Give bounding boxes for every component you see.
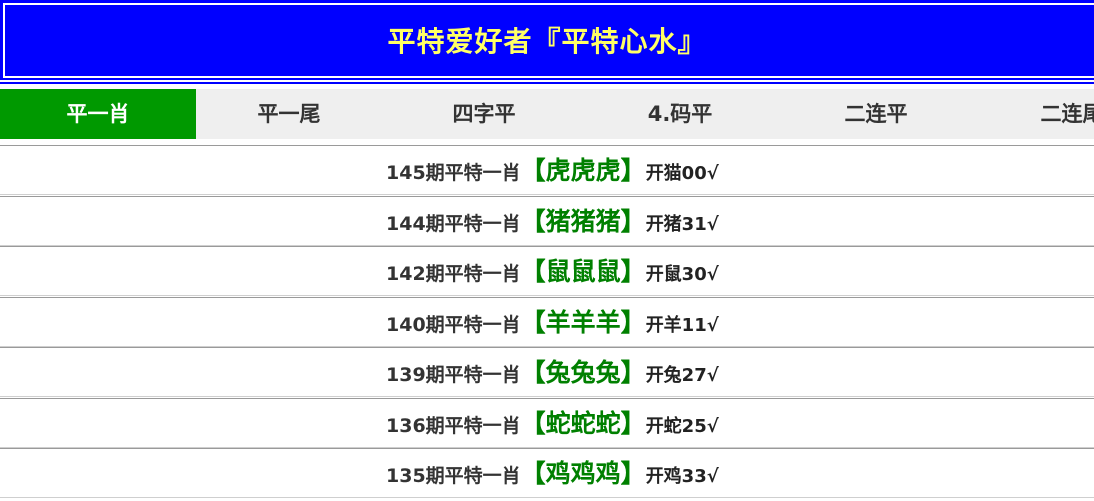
page-title: 平特爱好者『平特心水』	[387, 25, 707, 58]
pick-text: 【鼠鼠鼠】	[520, 257, 646, 286]
check-icon: √	[706, 264, 719, 285]
result-text: 开蛇25	[645, 415, 707, 437]
list-item: 144期平特一肖【猪猪猪】开猪31√	[0, 195, 1094, 247]
list-item: 139期平特一肖【兔兔兔】开兔27√	[0, 347, 1094, 397]
prediction-list: 145期平特一肖【虎虎虎】开猫00√ 144期平特一肖【猪猪猪】开猪31√ 14…	[0, 145, 1094, 499]
list-item: 135期平特一肖【鸡鸡鸡】开鸡33√	[0, 448, 1094, 498]
result-text: 开羊11	[645, 314, 707, 336]
pick-text: 【虎虎虎】	[520, 156, 646, 185]
result-text: 开猪31	[645, 213, 707, 235]
check-icon: √	[706, 163, 719, 184]
tab-bar: 平一肖 平一尾 四字平 4.码平 二连平 二连尾	[0, 89, 1094, 139]
tab-si-zi-ping[interactable]: 四字平	[386, 89, 582, 139]
pick-text: 【鸡鸡鸡】	[520, 459, 646, 488]
list-item: 140期平特一肖【羊羊羊】开羊11√	[0, 296, 1094, 348]
pick-text: 【兔兔兔】	[520, 358, 646, 387]
tab-ma-ping[interactable]: 4.码平	[582, 89, 778, 139]
tab-ping-yi-xiao[interactable]: 平一肖	[0, 89, 196, 139]
issue-label: 142期平特一肖	[386, 263, 521, 285]
result-text: 开兔27	[645, 365, 707, 386]
check-icon: √	[706, 213, 719, 235]
tab-er-lian-ping[interactable]: 二连平	[778, 89, 974, 139]
check-icon: √	[706, 415, 719, 437]
check-icon: √	[706, 314, 719, 336]
row-content: 139期平特一肖【兔兔兔】开兔27√	[386, 348, 719, 398]
issue-label: 136期平特一肖	[386, 414, 521, 437]
row-content: 140期平特一肖【羊羊羊】开羊11√	[386, 298, 719, 348]
tab-er-lian-wei[interactable]: 二连尾	[974, 89, 1094, 139]
banner-rule	[0, 80, 1094, 82]
row-content: 135期平特一肖【鸡鸡鸡】开鸡33√	[386, 449, 719, 499]
page: 平特爱好者『平特心水』 平一肖 平一尾 四字平 4.码平 二连平 二连尾 145…	[0, 0, 1094, 501]
list-item: 145期平特一肖【虎虎虎】开猫00√	[0, 145, 1094, 195]
row-content: 145期平特一肖【虎虎虎】开猫00√	[386, 146, 719, 196]
issue-label: 145期平特一肖	[386, 162, 521, 184]
tab-ping-yi-wei[interactable]: 平一尾	[191, 89, 387, 139]
issue-label: 140期平特一肖	[386, 313, 521, 336]
issue-label: 144期平特一肖	[386, 212, 521, 235]
pick-text: 【蛇蛇蛇】	[520, 408, 646, 438]
row-content: 142期平特一肖【鼠鼠鼠】开鼠30√	[386, 247, 719, 297]
check-icon: √	[706, 365, 719, 386]
list-item: 136期平特一肖【蛇蛇蛇】开蛇25√	[0, 397, 1094, 449]
row-content: 136期平特一肖【蛇蛇蛇】开蛇25√	[386, 399, 719, 449]
issue-label: 139期平特一肖	[386, 364, 521, 386]
result-text: 开猫00	[645, 163, 707, 184]
result-text: 开鼠30	[645, 264, 707, 285]
list-item: 142期平特一肖【鼠鼠鼠】开鼠30√	[0, 246, 1094, 296]
result-text: 开鸡33	[645, 466, 707, 487]
pick-text: 【猪猪猪】	[520, 206, 646, 236]
header-banner: 平特爱好者『平特心水』	[0, 0, 1094, 84]
check-icon: √	[706, 466, 719, 487]
pick-text: 【羊羊羊】	[520, 307, 646, 337]
row-content: 144期平特一肖【猪猪猪】开猪31√	[386, 197, 719, 247]
issue-label: 135期平特一肖	[386, 465, 521, 487]
